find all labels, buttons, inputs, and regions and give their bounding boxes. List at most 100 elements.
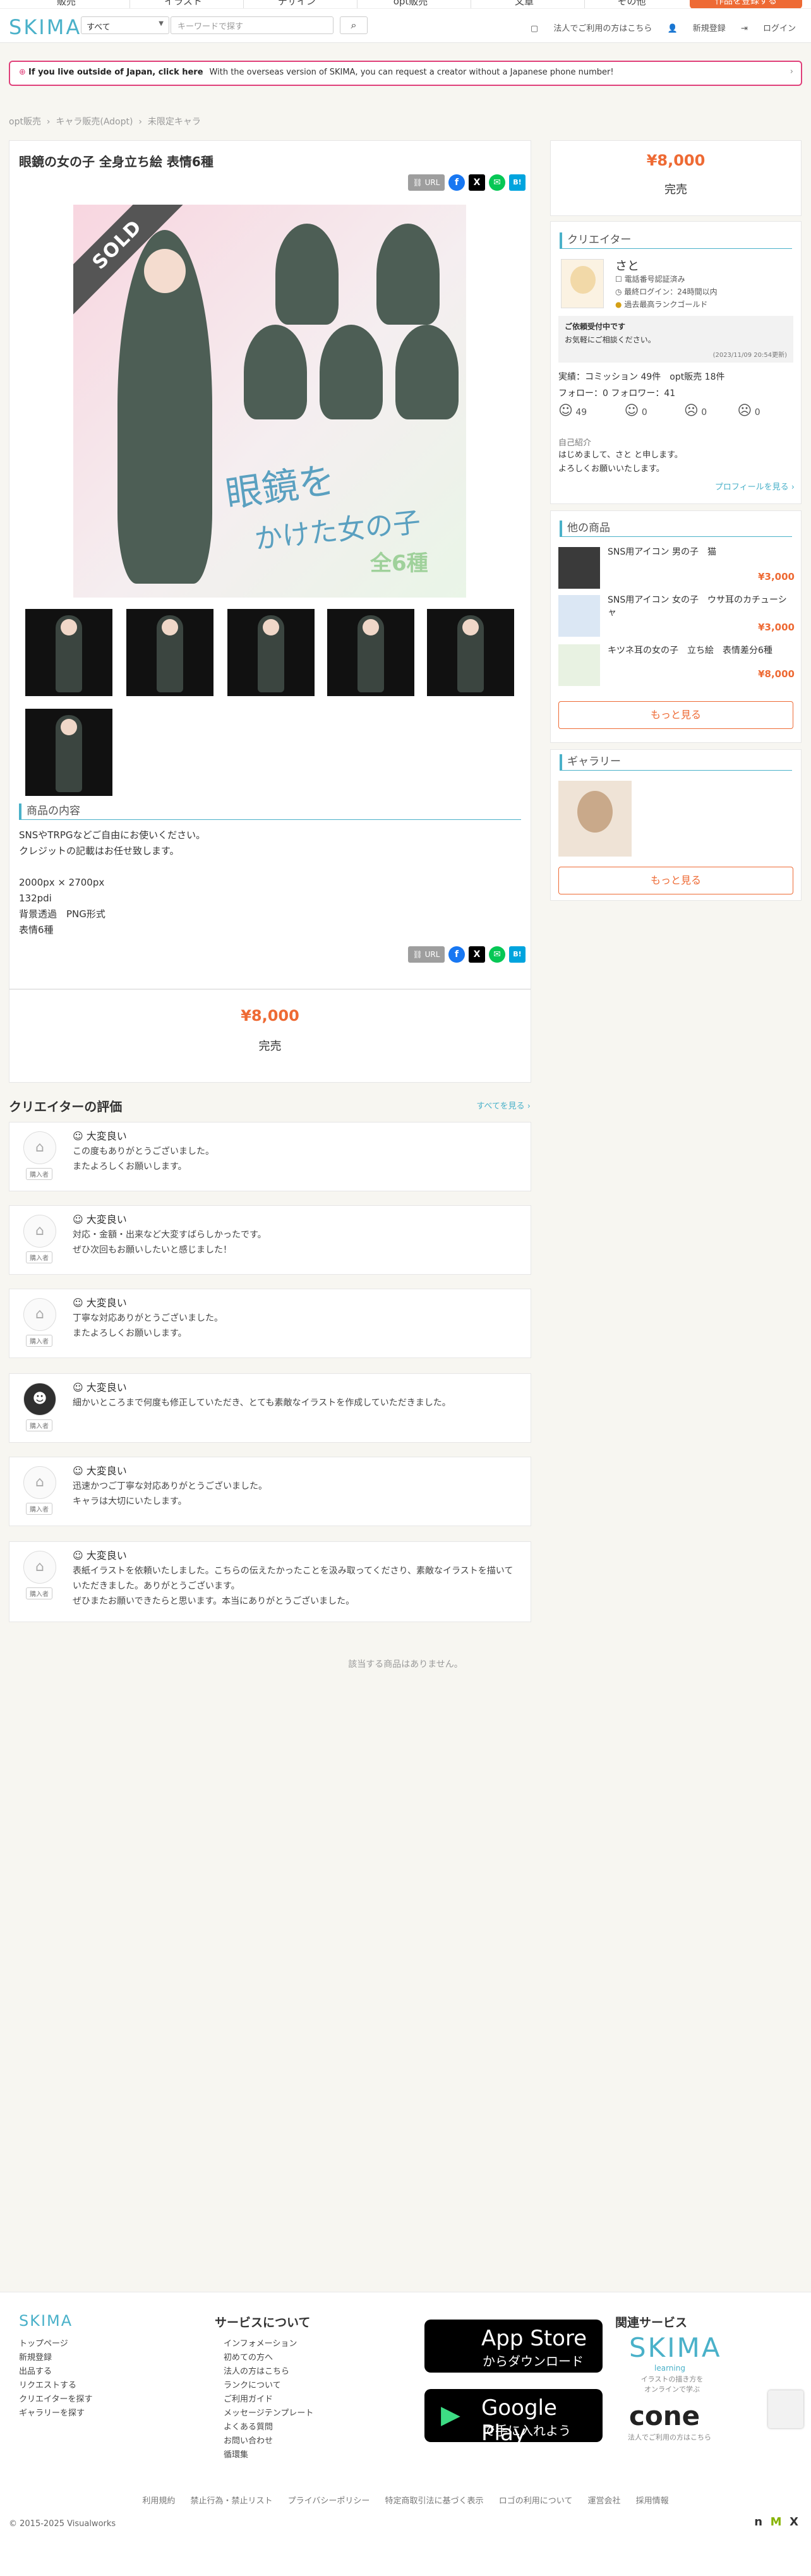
other-items-title: 他の商品	[560, 521, 792, 537]
note-icon[interactable]: n	[754, 2515, 762, 2529]
footer-bottom-link[interactable]: 運営会社	[587, 2496, 620, 2506]
x-icon[interactable]: X	[469, 946, 485, 963]
thumbnail-image[interactable]	[327, 609, 414, 696]
footer-link[interactable]: よくある質問	[224, 2421, 313, 2435]
google-play-badge[interactable]: ▶ Google Play で手に入れよう	[424, 2389, 603, 2446]
chevron-right-icon: ›	[790, 67, 793, 76]
tab-opt[interactable]: opt販売	[363, 0, 458, 8]
x-icon[interactable]: X	[790, 2515, 798, 2529]
banner-strong: If you live outside of Japan, click here	[28, 68, 203, 77]
item-name[interactable]: SNS用アイコン 女の子 ウサ耳のカチューシャ	[608, 594, 795, 619]
thumbnail-image[interactable]	[126, 609, 213, 696]
overseas-banner[interactable]: ⊕ If you live outside of Japan, click he…	[9, 61, 802, 86]
app-store-badge[interactable]: App Store からダウンロード	[424, 2320, 603, 2373]
skima-logo[interactable]: SKIMA	[9, 15, 81, 39]
footer-link[interactable]: リクエストする	[19, 2379, 92, 2393]
item-name[interactable]: SNS用アイコン 男の子 猫	[608, 546, 795, 558]
thumbnail-image[interactable]	[427, 609, 514, 696]
hatena-icon[interactable]: B!	[509, 946, 526, 963]
smile-icon: ☺	[73, 1213, 83, 1225]
creator-avatar[interactable]	[561, 259, 604, 308]
misskey-icon[interactable]: M	[771, 2515, 782, 2529]
thumbnail-image[interactable]	[25, 609, 112, 696]
footer-link[interactable]: ギャラリーを探す	[19, 2407, 92, 2421]
buyer-tag: 購入者	[26, 1503, 52, 1515]
footer-link[interactable]: トップページ	[19, 2337, 92, 2351]
tab-design[interactable]: デザイン	[249, 0, 344, 8]
footer-link[interactable]: ランクについて	[224, 2379, 313, 2393]
tab-writing[interactable]: 文章	[477, 0, 572, 8]
review-card: ☻ 購入者 ☺ 大変良い 細かいところまで何度も修正していただき、とても素敵なイラ…	[9, 1373, 531, 1443]
footer-link[interactable]: 法人の方はこちら	[224, 2365, 313, 2379]
item-thumbnail[interactable]	[558, 547, 600, 589]
footer-bottom-link[interactable]: 禁止行為・禁止リスト	[191, 2496, 273, 2506]
footer-link[interactable]: 新規登録	[19, 2351, 92, 2365]
footer-logo[interactable]: SKIMA	[19, 2312, 73, 2330]
signup-link[interactable]: 👤 新規登録	[667, 24, 725, 33]
line-icon[interactable]: ✉	[489, 174, 505, 191]
footer-bottom-link[interactable]: 特定商取引法に基づく表示	[385, 2496, 484, 2506]
reviews-title: クリエイターの評価	[9, 1099, 123, 1114]
item-name[interactable]: キツネ耳の女の子 立ち絵 表情差分6種	[608, 644, 795, 657]
footer-link[interactable]: お問い合わせ	[224, 2435, 313, 2448]
facebook-icon[interactable]: f	[448, 174, 465, 191]
search-input[interactable]: キーワードで探す	[171, 16, 333, 34]
creator-stats: 実績：コミッション 49件 opt販売 18件	[558, 372, 725, 382]
hatena-icon[interactable]: B!	[509, 174, 526, 191]
more-items-button[interactable]: もっと見る	[558, 701, 793, 729]
rating-normal: ☹ 0	[684, 403, 735, 419]
thumbnail-image[interactable]	[25, 709, 112, 796]
item-thumbnail[interactable]	[558, 644, 600, 686]
page-title: 眼鏡の女の子 全身立ち絵 表情6種	[19, 154, 213, 169]
footer-link[interactable]: 初めての方へ	[224, 2351, 313, 2365]
footer-link[interactable]: ご利用ガイド	[224, 2393, 313, 2407]
review-text: 細かいところまで何度も修正していただき、とても素敵なイラストを作成していただきま…	[73, 1398, 451, 1408]
breadcrumb-item[interactable]: 未限定キャラ	[148, 117, 201, 127]
footer-link[interactable]: クリエイターを探す	[19, 2393, 92, 2407]
breadcrumb-item[interactable]: opt販売	[9, 117, 41, 127]
facebook-icon[interactable]: f	[448, 946, 465, 963]
corporate-link-label: 法人でご利用の方はこちら	[553, 24, 652, 33]
category-select[interactable]: すべて ▼	[81, 16, 169, 34]
copyright: © 2015-2025 Visualworks	[9, 2519, 116, 2529]
tab-illust[interactable]: イラスト	[136, 0, 231, 8]
footer-bottom-link[interactable]: ロゴの利用について	[499, 2496, 573, 2506]
appstore-big: App Store	[481, 2326, 587, 2351]
line-icon[interactable]: ✉	[489, 946, 505, 963]
main-product-image[interactable]: SOLD 眼鏡を かけた女の子 全6種	[73, 205, 466, 598]
x-icon[interactable]: X	[469, 174, 485, 191]
copy-url-button[interactable]: ⛓ URL	[408, 174, 445, 191]
footer-bottom-link[interactable]: 採用情報	[636, 2496, 669, 2506]
learning-text: イラストの描き方を オンラインで学ぶ	[640, 2375, 704, 2393]
corporate-link[interactable]: ▢ 法人でご利用の方はこちら	[531, 24, 652, 33]
skima-learning-logo[interactable]: SKIMA	[629, 2332, 722, 2363]
item-thumbnail[interactable]	[558, 595, 600, 637]
search-button[interactable]: ⌕	[340, 16, 368, 34]
review-rating: ☺ 大変良い	[73, 1462, 127, 1478]
cone-logo[interactable]: cone	[629, 2400, 700, 2431]
more-gallery-button[interactable]: もっと見る	[558, 867, 793, 894]
footer-link[interactable]: 循環集	[224, 2448, 313, 2462]
footer-bottom-link[interactable]: 利用規約	[142, 2496, 175, 2506]
gallery-thumbnail[interactable]	[558, 781, 632, 857]
rating-bad: ☹ 0	[737, 403, 788, 419]
copy-url-button[interactable]: ⛓ URL	[408, 946, 445, 963]
tab-other[interactable]: その他	[584, 0, 679, 8]
review-rating-label: 大変良い	[86, 1381, 127, 1393]
smile-icon: ☺	[73, 1550, 83, 1562]
register-work-button[interactable]: 作品を登録する	[690, 0, 802, 8]
smile-icon: ☺	[558, 403, 573, 419]
footer-bottom-link[interactable]: プライバシーポリシー	[288, 2496, 370, 2506]
rating-count: 0	[701, 407, 707, 418]
creator-name[interactable]: さと	[615, 256, 639, 274]
footer-link[interactable]: インフォメーション	[224, 2337, 313, 2351]
breadcrumb-item[interactable]: キャラ販売(Adopt)	[56, 117, 133, 127]
sidebar-status: 完売	[664, 183, 687, 196]
footer-link[interactable]: メッセージテンプレート	[224, 2407, 313, 2421]
footer-link[interactable]: 出品する	[19, 2365, 92, 2379]
tab-sales[interactable]: 販売	[19, 0, 114, 8]
login-link[interactable]: ⇥ ログイン	[741, 24, 796, 33]
thumbnail-image[interactable]	[227, 609, 315, 696]
see-all-reviews-link[interactable]: すべてを見る ›	[467, 1099, 531, 1111]
profile-link[interactable]: プロフィールを見る ›	[695, 480, 795, 492]
